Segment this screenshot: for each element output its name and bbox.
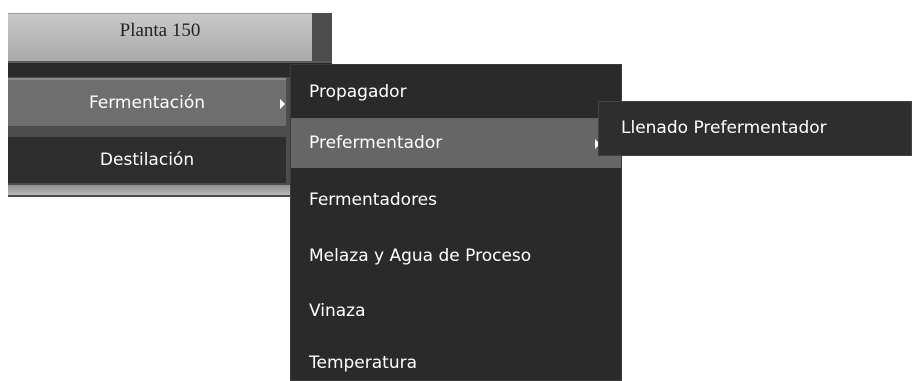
submenu-item-melaza-agua[interactable]: Melaza y Agua de Proceso: [291, 231, 621, 281]
menu-item-destilacion[interactable]: Destilación: [8, 135, 286, 183]
submenu-item-propagador[interactable]: Propagador: [291, 67, 621, 117]
submenu-item-label: Vinaza: [309, 301, 366, 321]
menu-item-label: Destilación: [99, 150, 195, 170]
submenu-item-label: Prefermentador: [309, 133, 443, 153]
submenu-item-llenado-prefermentador[interactable]: Llenado Prefermentador: [599, 102, 911, 155]
submenu-item-fermentadores[interactable]: Fermentadores: [291, 175, 621, 225]
main-menu: Planta 150 Fermentación Destilación: [8, 13, 332, 197]
submenu-prefermentador: Llenado Prefermentador: [598, 101, 912, 156]
menu-bottom-rule: [8, 185, 312, 195]
submenu-item-label: Temperatura: [309, 353, 418, 373]
submenu-item-label: Llenado Prefermentador: [621, 118, 827, 138]
submenu-item-label: Melaza y Agua de Proceso: [309, 246, 532, 266]
submenu-item-prefermentador[interactable]: Prefermentador: [291, 118, 621, 168]
plant-header[interactable]: Planta 150: [8, 13, 312, 61]
submenu-item-temperatura[interactable]: Temperatura: [291, 338, 621, 381]
menu-divider: [8, 61, 332, 77]
submenu-item-label: Propagador: [309, 82, 407, 102]
menu-item-fermentacion[interactable]: Fermentación: [8, 78, 286, 126]
submenu-item-vinaza[interactable]: Vinaza: [291, 286, 621, 336]
menu-item-label: Fermentación: [88, 93, 206, 113]
submenu-item-label: Fermentadores: [309, 190, 437, 210]
submenu-fermentacion: Propagador Prefermentador Fermentadores …: [290, 64, 622, 381]
plant-title: Planta 150: [119, 20, 201, 41]
submenu-arrow-icon: [280, 99, 285, 109]
